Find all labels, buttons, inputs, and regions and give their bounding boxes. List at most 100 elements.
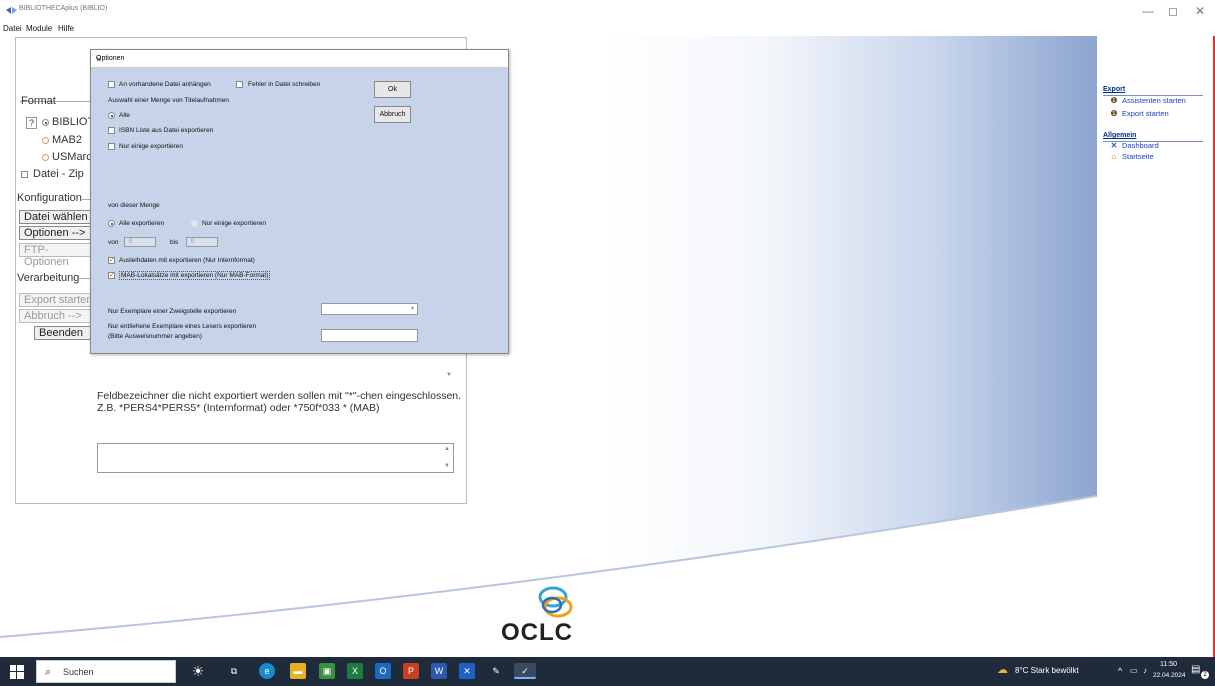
zweigstelle-select[interactable]: ▾ — [321, 303, 418, 315]
home-icon: ⌂ — [1111, 152, 1117, 161]
dialog-close-button[interactable]: ✕ — [96, 55, 502, 67]
nur-einige-checkbox[interactable] — [108, 143, 115, 150]
von-label: von — [108, 239, 119, 246]
windows-start-icon[interactable] — [10, 665, 24, 679]
errors-checkbox[interactable] — [236, 81, 243, 88]
errors-label: Fehler in Datei schreiben — [248, 81, 321, 88]
export-heading: Export — [1103, 86, 1126, 93]
ftp-optionen-button[interactable]: FTP-Optionen — [19, 243, 94, 268]
zweigstelle-label: Nur Exemplare einer Zweigstelle exportie… — [108, 308, 237, 315]
outlook-icon[interactable]: O — [375, 663, 391, 679]
dialog-abbruch-button[interactable]: Abbruch — [374, 106, 411, 123]
zip-label: Datei - Zip — [33, 168, 84, 180]
app-icon — [6, 7, 17, 14]
ok-button[interactable]: Ok — [374, 81, 411, 98]
network-icon[interactable]: ▭ — [1130, 666, 1138, 675]
tray-chevron-icon[interactable]: ^ — [1118, 666, 1122, 676]
von-input[interactable]: 0 — [124, 237, 156, 247]
scroll-down-arrow-icon[interactable]: ▼ — [444, 463, 450, 469]
ausweisnummer-input[interactable] — [321, 329, 418, 342]
search-placeholder: Suchen — [63, 667, 94, 677]
dashboard-label: Dashboard — [1122, 141, 1159, 150]
options-dialog: Optionen ✕ An vorhandene Datei anhängen … — [90, 49, 509, 354]
append-label: An vorhandene Datei anhängen — [119, 81, 211, 88]
abbruch-button[interactable]: Abbruch --> — [19, 309, 94, 323]
dialog-titlebar: Optionen ✕ — [91, 50, 508, 68]
assistenten-starten-link[interactable]: ❶ Assistenten starten — [1109, 96, 1186, 105]
ausleihdaten-checkbox[interactable]: ✓ — [108, 257, 115, 264]
zip-checkbox[interactable] — [21, 171, 28, 178]
format-radio-mab2[interactable] — [42, 137, 49, 144]
optionen-button[interactable]: Optionen --> — [19, 226, 94, 240]
scroll-up-arrow-icon[interactable]: ▲ — [444, 446, 450, 452]
file-explorer-icon[interactable]: ▬ — [290, 663, 306, 679]
store-icon[interactable]: ▣ — [319, 663, 335, 679]
excluded-fields-input[interactable]: ▲ ▼ — [97, 443, 454, 473]
menu-bar: Datei Module Hilfe — [0, 22, 1215, 36]
datei-waehlen-button[interactable]: Datei wählen — [19, 210, 94, 224]
mab-lokal-checkbox[interactable]: ✓ — [108, 272, 115, 279]
weather-text[interactable]: 8°C Stark bewölkt — [1015, 666, 1079, 675]
format-label: Format — [21, 95, 56, 107]
help-button[interactable]: ? — [26, 117, 38, 129]
mab-lokal-label: MAB-Lokalsätze mit exportieren (Nur MAB-… — [119, 271, 271, 280]
beenden-button[interactable]: Beenden — [34, 326, 96, 340]
export-starten-link[interactable]: ❶ Export starten — [1109, 109, 1169, 118]
field-hint-line1: Feldbezeichner die nicht exportiert werd… — [97, 390, 462, 402]
word-icon[interactable]: W — [431, 663, 447, 679]
dashboard-x-icon: ✕ — [1110, 141, 1118, 150]
startseite-label: Startseite — [1122, 152, 1154, 161]
volume-icon[interactable]: ♪ — [1143, 666, 1147, 675]
minimize-button[interactable]: — — [1138, 3, 1158, 19]
scroll-down-arrow-icon[interactable]: ▼ — [446, 372, 452, 378]
append-checkbox[interactable] — [108, 81, 115, 88]
entliehen-label-1: Nur entliehene Exemplare eines Lesers ex… — [108, 323, 257, 330]
radio-alle[interactable] — [108, 112, 115, 119]
verarbeitung-label: Verarbeitung — [17, 272, 80, 284]
powerpoint-icon[interactable]: P — [403, 663, 419, 679]
export-starten-label: Export starten — [1122, 109, 1169, 118]
radio-nur-einige-exportieren[interactable] — [191, 220, 198, 227]
export-starten-button[interactable]: Export starten — [19, 293, 94, 307]
ausleihdaten-label: Ausleihdaten mit exportieren (Nur Intern… — [119, 257, 255, 264]
export-icon: ❶ — [1110, 109, 1118, 118]
menu-hilfe[interactable]: Hilfe — [58, 24, 74, 33]
right-panel: Export ❶ Assistenten starten ❶ Export st… — [1097, 36, 1215, 657]
close-window-button[interactable]: ✕ — [1190, 3, 1210, 19]
menu-datei[interactable]: Datei — [3, 24, 22, 33]
app-icon-tb[interactable]: ✎ — [488, 663, 504, 679]
task-view-icon[interactable]: ⧉ — [226, 663, 242, 679]
konfiguration-label: Konfiguration — [17, 192, 82, 204]
window-titlebar: BIBLIOTHECAplus (BIBLIO) — ◻ ✕ — [0, 0, 1215, 22]
bis-input[interactable]: 0 — [186, 237, 218, 247]
nur-einige-label: Nur einige exportieren — [119, 143, 183, 150]
taskbar-search-box[interactable]: ⌕ Suchen — [36, 660, 176, 683]
notifications-icon[interactable]: ▤ — [1191, 664, 1200, 675]
dashboard-link[interactable]: ✕ Dashboard — [1109, 141, 1159, 150]
oclc-logo-text: OCLC — [501, 619, 573, 646]
x-app-icon[interactable]: ✕ — [459, 663, 475, 679]
format-radio-usmarc[interactable] — [42, 154, 49, 161]
bibliotheca-taskbar-icon[interactable]: ✓ — [514, 663, 536, 679]
taskbar: ⌕ Suchen ☀ ⧉ e ▬ ▣ X O P W ✕ ✎ ✓ ☁ 8°C S… — [0, 657, 1215, 686]
radio-alle-exportieren[interactable] — [108, 220, 115, 227]
menu-module[interactable]: Module — [26, 24, 52, 33]
dropdown-arrow-icon: ▾ — [410, 306, 414, 312]
field-hint-line2: Z.B. *PERS4*PERS5* (Internformat) oder *… — [97, 402, 380, 414]
alle-exportieren-label: Alle exportieren — [119, 220, 165, 227]
selection-heading: Auswahl einer Menge von Titelaufnahmen — [108, 97, 230, 104]
allgemein-heading: Allgemein — [1103, 132, 1137, 139]
von-dieser-menge-label: von dieser Menge — [108, 202, 160, 209]
assistenten-label: Assistenten starten — [1122, 96, 1186, 105]
excel-icon[interactable]: X — [347, 663, 363, 679]
isbn-checkbox[interactable] — [108, 127, 115, 134]
edge-browser-icon[interactable]: e — [259, 663, 275, 679]
clock-time[interactable]: 11:50 — [1160, 661, 1177, 668]
maximize-button[interactable]: ◻ — [1163, 3, 1183, 19]
format-usmarc-label: USMarc — [52, 151, 92, 163]
clock-date[interactable]: 22.04.2024 — [1153, 672, 1186, 679]
widgets-icon[interactable]: ☀ — [180, 663, 216, 679]
format-radio-biblioth[interactable] — [42, 119, 49, 126]
notification-count-badge: 2 — [1201, 671, 1209, 679]
startseite-link[interactable]: ⌂ Startseite — [1109, 152, 1154, 161]
